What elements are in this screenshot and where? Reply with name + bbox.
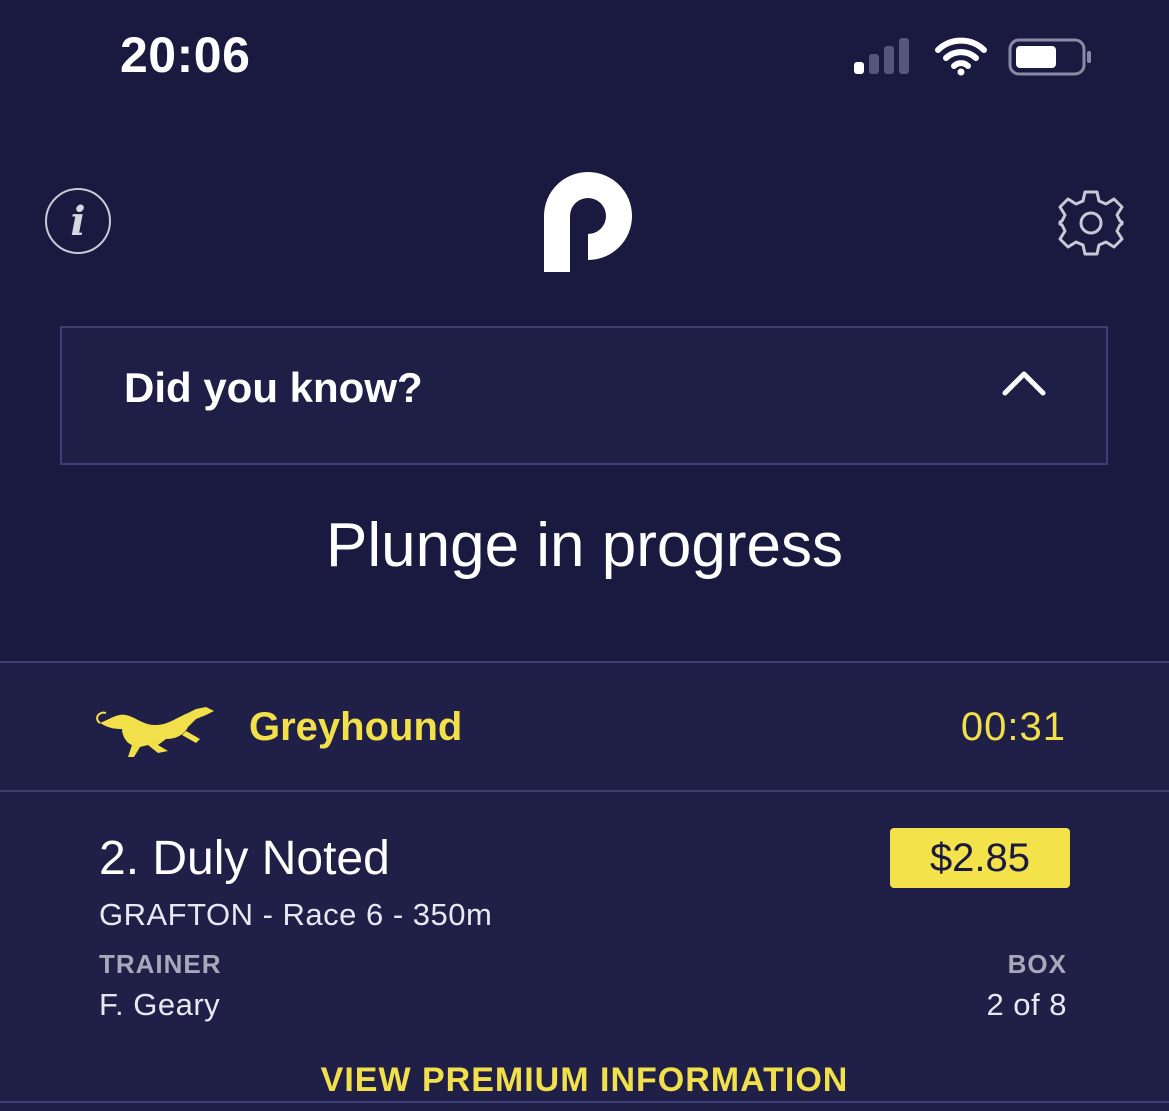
info-icon[interactable]: i <box>45 188 111 254</box>
race-countdown: 00:31 <box>960 705 1066 749</box>
odds-badge[interactable]: $2.85 <box>890 828 1070 888</box>
card-divider <box>0 1101 1169 1103</box>
did-you-know-panel[interactable]: Did you know? <box>60 326 1108 465</box>
status-time: 20:06 <box>120 27 251 83</box>
page-title: Plunge in progress <box>326 511 843 580</box>
trainer-value: F. Geary <box>99 987 221 1022</box>
race-info: GRAFTON - Race 6 - 350m <box>99 897 493 932</box>
gear-icon[interactable] <box>1056 188 1126 258</box>
race-card-header: Greyhound 00:31 <box>0 663 1169 792</box>
signal-bars-icon <box>852 36 916 76</box>
wifi-icon <box>935 37 987 76</box>
chevron-up-icon[interactable] <box>1002 368 1046 396</box>
view-premium-link[interactable]: VIEW PREMIUM INFORMATION <box>0 1061 1169 1100</box>
battery-icon <box>1008 38 1091 76</box>
greyhound-icon <box>96 707 214 757</box>
trainer-label: TRAINER <box>99 949 222 979</box>
status-icons <box>852 36 1092 76</box>
plunge-screen: 20:06 i Did you know? Plunge in progress… <box>0 0 1169 1111</box>
race-category: Greyhound <box>249 705 463 749</box>
p-logo-icon <box>544 172 632 272</box>
info-glyph: i <box>70 197 86 245</box>
did-you-know-title: Did you know? <box>124 364 423 411</box>
race-card[interactable]: Greyhound 00:31 2. Duly Noted $2.85 GRAF… <box>0 661 1169 1111</box>
runner-name: 2. Duly Noted <box>99 832 390 885</box>
box-value: 2 of 8 <box>986 987 1067 1022</box>
box-label: BOX <box>1007 949 1067 979</box>
